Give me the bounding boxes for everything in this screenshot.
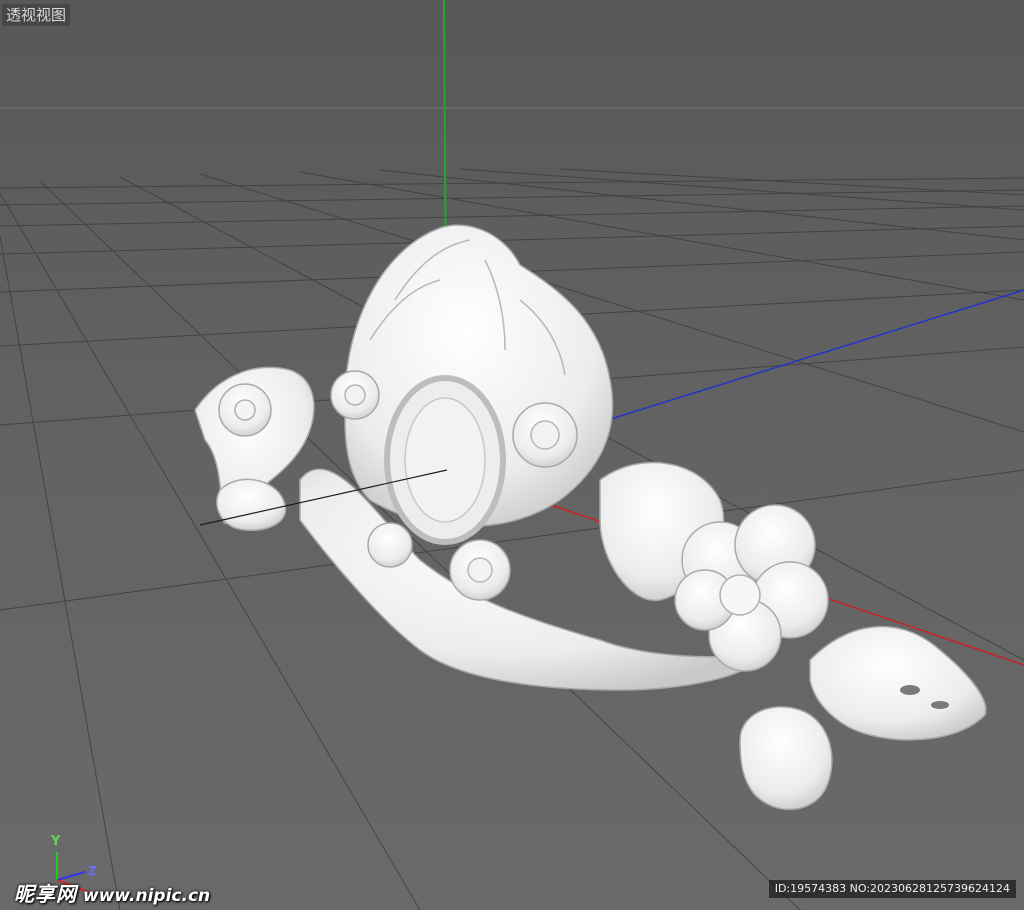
axis-z-label: Z (88, 864, 97, 878)
viewport-scene (0, 0, 1024, 910)
watermark: 昵享网 www.nipic.cn (14, 878, 210, 907)
viewport-label[interactable]: 透视视图 (2, 4, 71, 26)
watermark-url: www.nipic.cn (83, 886, 211, 906)
image-id: ID:19574383 NO:20230628125739624124 (768, 880, 1016, 898)
3d-viewport[interactable]: 透视视图 Y Z 昵享网 www.nipic.cn ID:19574383 NO:… (0, 0, 1024, 910)
axis-y-label: Y (51, 834, 61, 849)
watermark-brand: 昵享网 (14, 882, 77, 906)
ornament-model[interactable] (194, 224, 987, 811)
